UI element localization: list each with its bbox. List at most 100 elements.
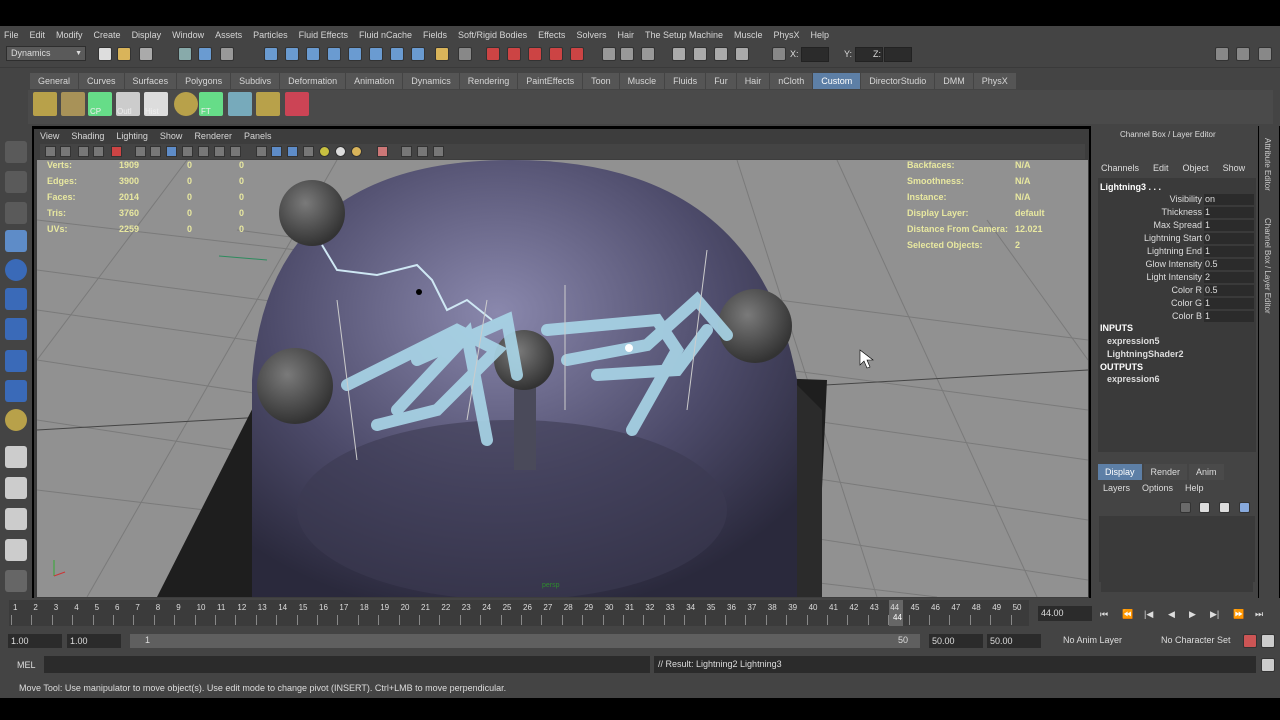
camera-attrs-icon[interactable]	[45, 146, 56, 157]
channel-row[interactable]: Color G1	[1100, 298, 1254, 311]
output-node[interactable]: expression6	[1107, 374, 1160, 384]
move-layer-up-icon[interactable]	[1219, 502, 1230, 513]
shelf-tab-general[interactable]: General	[30, 73, 80, 89]
last-tool-icon[interactable]	[5, 409, 27, 431]
shelf-tab-hair[interactable]: Hair	[736, 73, 771, 89]
shelf-tab-deformation[interactable]: Deformation	[280, 73, 347, 89]
shelf-tab-fluids[interactable]: Fluids	[665, 73, 707, 89]
save-scene-icon[interactable]	[139, 47, 153, 61]
next-key-icon[interactable]: ▶|	[1210, 609, 1219, 620]
channel-value[interactable]: 1	[1204, 220, 1254, 231]
menu-muscle[interactable]: Muscle	[734, 30, 763, 40]
step-back-icon[interactable]: ⏪	[1122, 609, 1133, 620]
xray-joints-icon[interactable]	[271, 146, 282, 157]
channel-row[interactable]: Glow Intensity 0.5	[1100, 259, 1254, 272]
layer-list[interactable]	[1099, 516, 1255, 582]
smooth-shade-icon[interactable]	[150, 146, 161, 157]
channel-row[interactable]: Light Intensity 2	[1100, 272, 1254, 285]
channel-value[interactable]: 1	[1204, 311, 1254, 322]
soft-mod-tool-icon[interactable]	[5, 350, 27, 372]
highlight-selection-icon[interactable]	[458, 47, 472, 61]
animation-prefs-icon[interactable]	[1261, 634, 1275, 648]
channel-row[interactable]: Color R 0.5	[1100, 285, 1254, 298]
layer-list-scrollbar[interactable]	[1101, 580, 1253, 592]
menu-window[interactable]: Window	[172, 30, 204, 40]
make-live-icon[interactable]	[570, 47, 584, 61]
play-forward-icon[interactable]: ▶	[1189, 609, 1196, 620]
menu-fields[interactable]: Fields	[423, 30, 447, 40]
new-scene-icon[interactable]	[98, 47, 112, 61]
menu-particles[interactable]: Particles	[253, 30, 288, 40]
grid-toggle-icon[interactable]	[93, 146, 104, 157]
menu-hair[interactable]: Hair	[617, 30, 634, 40]
menu-modify[interactable]: Modify	[56, 30, 83, 40]
channel-row[interactable]: Lightning Start 0	[1100, 233, 1254, 246]
shelf-tab-polygons[interactable]: Polygons	[177, 73, 232, 89]
rotate-tool-icon[interactable]	[5, 259, 27, 281]
layer-tab-display[interactable]: Display	[1098, 464, 1142, 480]
show-tool-settings-icon[interactable]	[1236, 47, 1250, 61]
channel-box-tab[interactable]: Channel Box / Layer Editor	[1263, 218, 1272, 314]
channel-value[interactable]: 0.5	[1204, 285, 1254, 296]
persp-graph-layout-icon[interactable]	[5, 539, 27, 561]
menu-help[interactable]: Help	[811, 30, 830, 40]
menu-fluid-effects[interactable]: Fluid Effects	[299, 30, 348, 40]
snap-grid-icon[interactable]	[486, 47, 500, 61]
channel-value[interactable]: 1	[1204, 298, 1254, 309]
shadows-icon[interactable]	[351, 146, 362, 157]
menu-effects[interactable]: Effects	[538, 30, 565, 40]
menu-physx[interactable]: PhysX	[774, 30, 800, 40]
shelf-tab-fur[interactable]: Fur	[706, 73, 737, 89]
shelf-tab-muscle[interactable]: Muscle	[619, 73, 666, 89]
render-view-icon[interactable]	[672, 47, 686, 61]
channel-value[interactable]: 1	[1204, 246, 1254, 257]
panel-menu-renderer[interactable]: Renderer	[194, 130, 232, 143]
channel-value[interactable]: on	[1204, 194, 1254, 205]
panel-menu-lighting[interactable]: Lighting	[116, 130, 148, 143]
menu-solvers[interactable]: Solvers	[576, 30, 606, 40]
shelf-tab-painteffects[interactable]: PaintEffects	[518, 73, 584, 89]
input-node[interactable]: expression5	[1107, 336, 1160, 346]
move-layer-down-icon[interactable]	[1239, 502, 1250, 513]
shelf-tab-animation[interactable]: Animation	[346, 73, 404, 89]
input-node[interactable]: LightningShader2	[1107, 349, 1184, 359]
channel-row[interactable]: Max Spread 1	[1100, 220, 1254, 233]
layer-tab-anim[interactable]: Anim	[1189, 464, 1224, 480]
channel-menu-channels[interactable]: Channels	[1101, 163, 1139, 173]
shelf-tab-physx[interactable]: PhysX	[973, 73, 1017, 89]
input-ops-icon[interactable]	[602, 47, 616, 61]
shelf-tab-dmm[interactable]: DMM	[935, 73, 974, 89]
perspective-viewport[interactable]: Verts: 1909 0 0 Edges: 3900 0 0 Faces: 2014 0 0 Tris…	[37, 160, 1088, 597]
layer-tab-render[interactable]: Render	[1143, 464, 1188, 480]
paint-select-tool-icon[interactable]	[5, 202, 27, 224]
shelf-tab-dynamics[interactable]: Dynamics	[403, 73, 460, 89]
safe-action-icon[interactable]	[433, 146, 444, 157]
menu-edit[interactable]: Edit	[30, 30, 46, 40]
shelf-cone-icon[interactable]	[285, 92, 309, 116]
menu-create[interactable]: Create	[94, 30, 121, 40]
construction-history-icon[interactable]	[641, 47, 655, 61]
shelf-box-icon[interactable]	[61, 92, 85, 116]
channel-menu-object[interactable]: Object	[1183, 163, 1209, 173]
shelf-tab-curves[interactable]: Curves	[79, 73, 125, 89]
wireframe-icon[interactable]	[135, 146, 146, 157]
current-frame-field[interactable]: 44.00	[1038, 606, 1092, 621]
menu-soft-rigid-bodies[interactable]: Soft/Rigid Bodies	[458, 30, 527, 40]
shelf-tool-icon[interactable]	[256, 92, 280, 116]
backface-icon[interactable]	[287, 146, 298, 157]
channel-menu-show[interactable]: Show	[1223, 163, 1246, 173]
lock-selection-icon[interactable]	[435, 47, 449, 61]
high-quality-icon[interactable]	[335, 146, 346, 157]
layer-menu-help[interactable]: Help	[1185, 483, 1204, 493]
step-forward-icon[interactable]: ⏩	[1233, 609, 1244, 620]
panel-menu-shading[interactable]: Shading	[71, 130, 104, 143]
goto-end-icon[interactable]: ⏭	[1255, 609, 1263, 620]
mask-rendering-icon[interactable]	[390, 47, 404, 61]
menu-fluid-ncache[interactable]: Fluid nCache	[359, 30, 412, 40]
shelf-tab-directorstudio[interactable]: DirectorStudio	[861, 73, 936, 89]
render-frame-icon[interactable]	[693, 47, 707, 61]
film-gate-icon[interactable]	[111, 146, 122, 157]
new-layer-selected-icon[interactable]	[1199, 502, 1210, 513]
mask-deformations-icon[interactable]	[348, 47, 362, 61]
attribute-editor-tab[interactable]: Attribute Editor	[1263, 138, 1272, 191]
